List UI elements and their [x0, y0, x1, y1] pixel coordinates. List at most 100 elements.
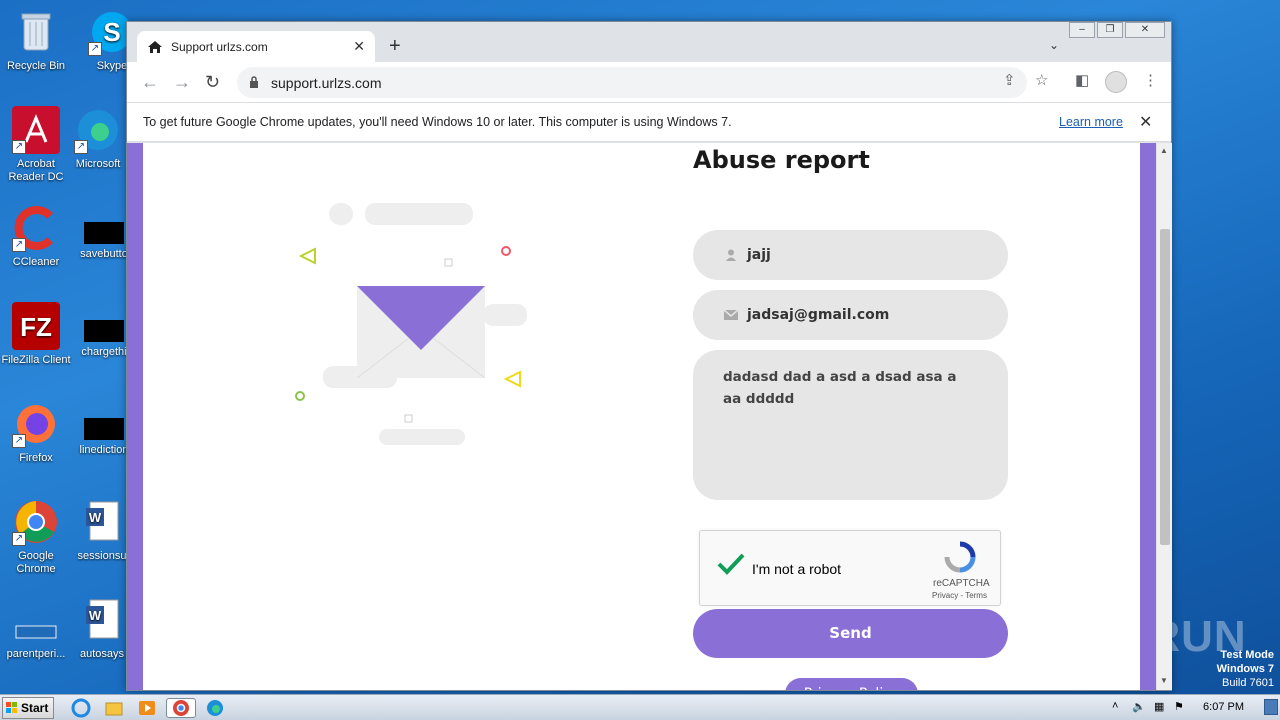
message-value: dadasd dad a asd a dsad asa a aa ddddd: [723, 369, 957, 407]
network-icon[interactable]: ▦: [1154, 700, 1164, 713]
infobar-text: To get future Google Chrome updates, you…: [143, 115, 732, 129]
circle-shape-icon: [295, 391, 305, 401]
menu-kebab-icon[interactable]: ⋮: [1143, 71, 1158, 89]
chrome-icon: ↗: [12, 498, 60, 546]
restore-button[interactable]: ❐: [1097, 22, 1123, 38]
acrobat-icon: ↗: [12, 106, 60, 154]
desktop-icon-label: parentperi...: [6, 648, 66, 660]
desktop-icon-recycle-bin[interactable]: Recycle Bin: [0, 8, 72, 73]
reload-icon[interactable]: ↻: [205, 72, 220, 93]
file-thumbnail-icon: [84, 418, 124, 440]
tab-close-icon[interactable]: ✕: [353, 38, 365, 55]
tray-expand-icon[interactable]: ˄: [1112, 700, 1118, 712]
action-center-flag-icon[interactable]: ⚑: [1174, 700, 1184, 713]
filezilla-icon: FZ: [12, 302, 60, 350]
profile-avatar-icon[interactable]: [1105, 71, 1127, 93]
side-panel-icon[interactable]: ◧: [1075, 71, 1089, 89]
media-player-icon[interactable]: [136, 698, 158, 718]
bookmark-star-icon[interactable]: ☆: [1035, 71, 1048, 89]
learn-more-link[interactable]: Learn more: [1059, 115, 1123, 129]
chrome-taskbar-icon[interactable]: [166, 698, 196, 718]
windows-logo-icon: [6, 702, 17, 713]
recaptcha-widget: I'm not a robot reCAPTCHA Privacy - Term…: [699, 530, 1001, 606]
edge-icon: ↗: [74, 106, 122, 154]
url-text: support.urlzs.com: [271, 74, 382, 91]
browser-window: ‒ ❐ ✕ Support urlzs.com ✕ + ⌄ ← → ↻ supp…: [126, 21, 1172, 691]
word-document-icon: W: [78, 498, 126, 546]
square-shape-icon: [404, 414, 413, 423]
desktop-icon-label: sessionsu: [77, 550, 127, 562]
infobar-close-icon[interactable]: ✕: [1139, 112, 1152, 132]
taskbar: Start ˄ 🔈 ▦ ⚑ 6:07 PM: [0, 694, 1280, 720]
recaptcha-terms[interactable]: Privacy - Terms: [932, 591, 987, 600]
svg-text:W: W: [89, 510, 102, 525]
illustration-bar: [365, 203, 473, 225]
desktop-icon-label: CCleaner: [12, 256, 60, 268]
desktop-icon-ccleaner[interactable]: ↗ CCleaner: [0, 204, 72, 269]
desktop-icon-label: Microsoft: [75, 158, 121, 170]
file-explorer-icon[interactable]: [103, 698, 125, 718]
circle-shape-icon: [501, 246, 511, 256]
recaptcha-brand: reCAPTCHA: [933, 578, 990, 589]
desktop-icon-label: Skype: [96, 60, 128, 72]
triangle-shape-icon: [299, 247, 316, 265]
file-thumbnail-icon: [84, 222, 124, 244]
scrollbar-thumb[interactable]: [1160, 229, 1170, 545]
desktop-icon-label: autosays: [79, 648, 125, 660]
name-field[interactable]: jajj: [693, 230, 1008, 280]
system-tray: ˄ 🔈 ▦ ⚑ 6:07 PM: [1104, 695, 1280, 720]
shortcut-arrow-icon: ↗: [12, 140, 26, 154]
illustration-dot: [329, 203, 353, 225]
desktop-icon-chrome[interactable]: ↗ Google Chrome: [0, 498, 72, 576]
privacy-policy-button[interactable]: Privacy Policy: [785, 678, 918, 690]
scroll-up-arrow-icon[interactable]: ▲: [1160, 146, 1168, 155]
recycle-bin-icon: [12, 8, 60, 56]
desktop-icon-firefox[interactable]: ↗ Firefox: [0, 400, 72, 465]
taskbar-clock[interactable]: 6:07 PM: [1203, 701, 1244, 713]
tab-title: Support urlzs.com: [171, 39, 268, 54]
file-thumbnail-icon: [84, 320, 124, 342]
page-scrollbar[interactable]: ▲ ▼: [1156, 143, 1172, 690]
test-mode-line: Windows 7: [1216, 663, 1274, 675]
desktop-icon-microsoft[interactable]: ↗ Microsoft: [62, 106, 134, 171]
desktop-icon-label: FileZilla Client: [1, 354, 71, 366]
illustration-bar: [379, 429, 465, 445]
home-icon: [148, 40, 162, 53]
tab-support[interactable]: Support urlzs.com ✕: [137, 31, 375, 62]
back-arrow-icon[interactable]: ←: [141, 72, 159, 93]
desktop-icon-label: Acrobat Reader DC: [8, 158, 64, 183]
address-bar[interactable]: support.urlzs.com: [237, 67, 1027, 98]
desktop-icon-label: savebutto: [80, 248, 128, 260]
desktop-icon-label: chargethi: [81, 346, 127, 358]
scroll-down-arrow-icon[interactable]: ▼: [1160, 676, 1168, 685]
new-tab-button[interactable]: +: [389, 35, 401, 58]
ccleaner-icon: ↗: [12, 204, 60, 252]
desktop-icon-filezilla[interactable]: FZ FileZilla Client: [0, 302, 72, 367]
envelope-small-icon: [723, 309, 739, 320]
square-shape-icon: [444, 258, 453, 267]
edge-taskbar-icon[interactable]: [204, 698, 226, 718]
window-controls: ‒ ❐ ✕: [1069, 22, 1165, 38]
volume-icon[interactable]: 🔈: [1132, 700, 1146, 713]
illustration-bar: [483, 304, 527, 326]
start-button[interactable]: Start: [2, 697, 54, 719]
send-button[interactable]: Send: [693, 609, 1008, 658]
desktop-icon-parentperi[interactable]: parentperi...: [0, 596, 72, 661]
shortcut-arrow-icon: ↗: [88, 42, 102, 56]
tab-search-chevron-icon[interactable]: ⌄: [1049, 38, 1059, 52]
test-mode-notice: Test Mode Windows 7 Build 7601: [1217, 648, 1274, 690]
recaptcha-label: I'm not a robot: [752, 561, 842, 577]
forward-arrow-icon[interactable]: →: [173, 72, 191, 93]
share-icon[interactable]: ⇪: [1003, 71, 1016, 89]
show-desktop-button[interactable]: [1264, 699, 1278, 715]
checkmark-icon[interactable]: [716, 551, 746, 577]
email-field[interactable]: jadsaj@gmail.com: [693, 290, 1008, 340]
lock-icon: [250, 76, 258, 88]
close-window-button[interactable]: ✕: [1125, 22, 1165, 38]
start-label: Start: [21, 701, 49, 715]
message-textarea[interactable]: dadasd dad a asd a dsad asa a aa ddddd: [693, 350, 1008, 500]
page-title: Abuse report: [693, 146, 870, 174]
test-mode-build: Build 7601: [1222, 677, 1274, 689]
internet-explorer-icon[interactable]: [70, 698, 92, 718]
minimize-button[interactable]: ‒: [1069, 22, 1095, 38]
